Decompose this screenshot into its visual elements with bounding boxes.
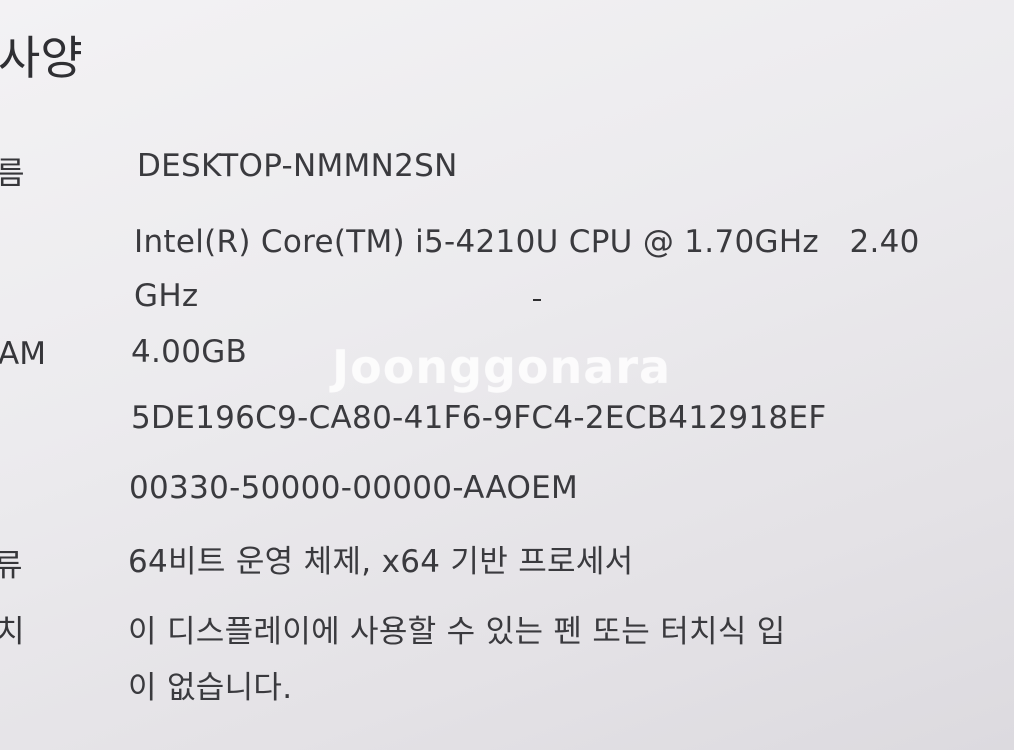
processor-value-line2: GHz <box>134 278 199 314</box>
watermark: Joonggonara <box>332 340 672 394</box>
ram-value: 4.00GB <box>131 334 248 370</box>
pen-touch-value-line2: 이 없습니다. <box>128 670 293 706</box>
device-name-label: 름 <box>0 156 25 192</box>
pen-touch-value-line1: 이 디스플레이에 사용할 수 있는 펜 또는 터치식 입 <box>128 614 786 650</box>
system-type-label: 류 <box>0 548 23 584</box>
ram-label: AM <box>0 336 46 372</box>
product-id-value: 00330-50000-00000-AAOEM <box>129 470 579 506</box>
pen-touch-value: 이 디스플레이에 사용할 수 있는 펜 또는 터치식 입 이 없습니다. <box>128 604 786 716</box>
device-id-value: 5DE196C9-CA80-41F6-9FC4-2ECB412918EF <box>131 400 827 436</box>
screen-speck <box>533 299 541 301</box>
pen-touch-label: 치 <box>0 614 25 650</box>
processor-value: Intel(R) Core(TM) i5-4210U CPU @ 1.70GHz… <box>134 215 920 323</box>
system-type-value: 64비트 운영 체제, x64 기반 프로세서 <box>128 544 634 580</box>
processor-value-line1: Intel(R) Core(TM) i5-4210U CPU @ 1.70GHz… <box>134 224 920 260</box>
device-name-value: DESKTOP-NMMN2SN <box>137 148 458 184</box>
section-title: 사양 <box>0 31 83 85</box>
system-specs-panel: 사양 름 DESKTOP-NMMN2SN Intel(R) Core(TM) i… <box>0 0 1014 750</box>
